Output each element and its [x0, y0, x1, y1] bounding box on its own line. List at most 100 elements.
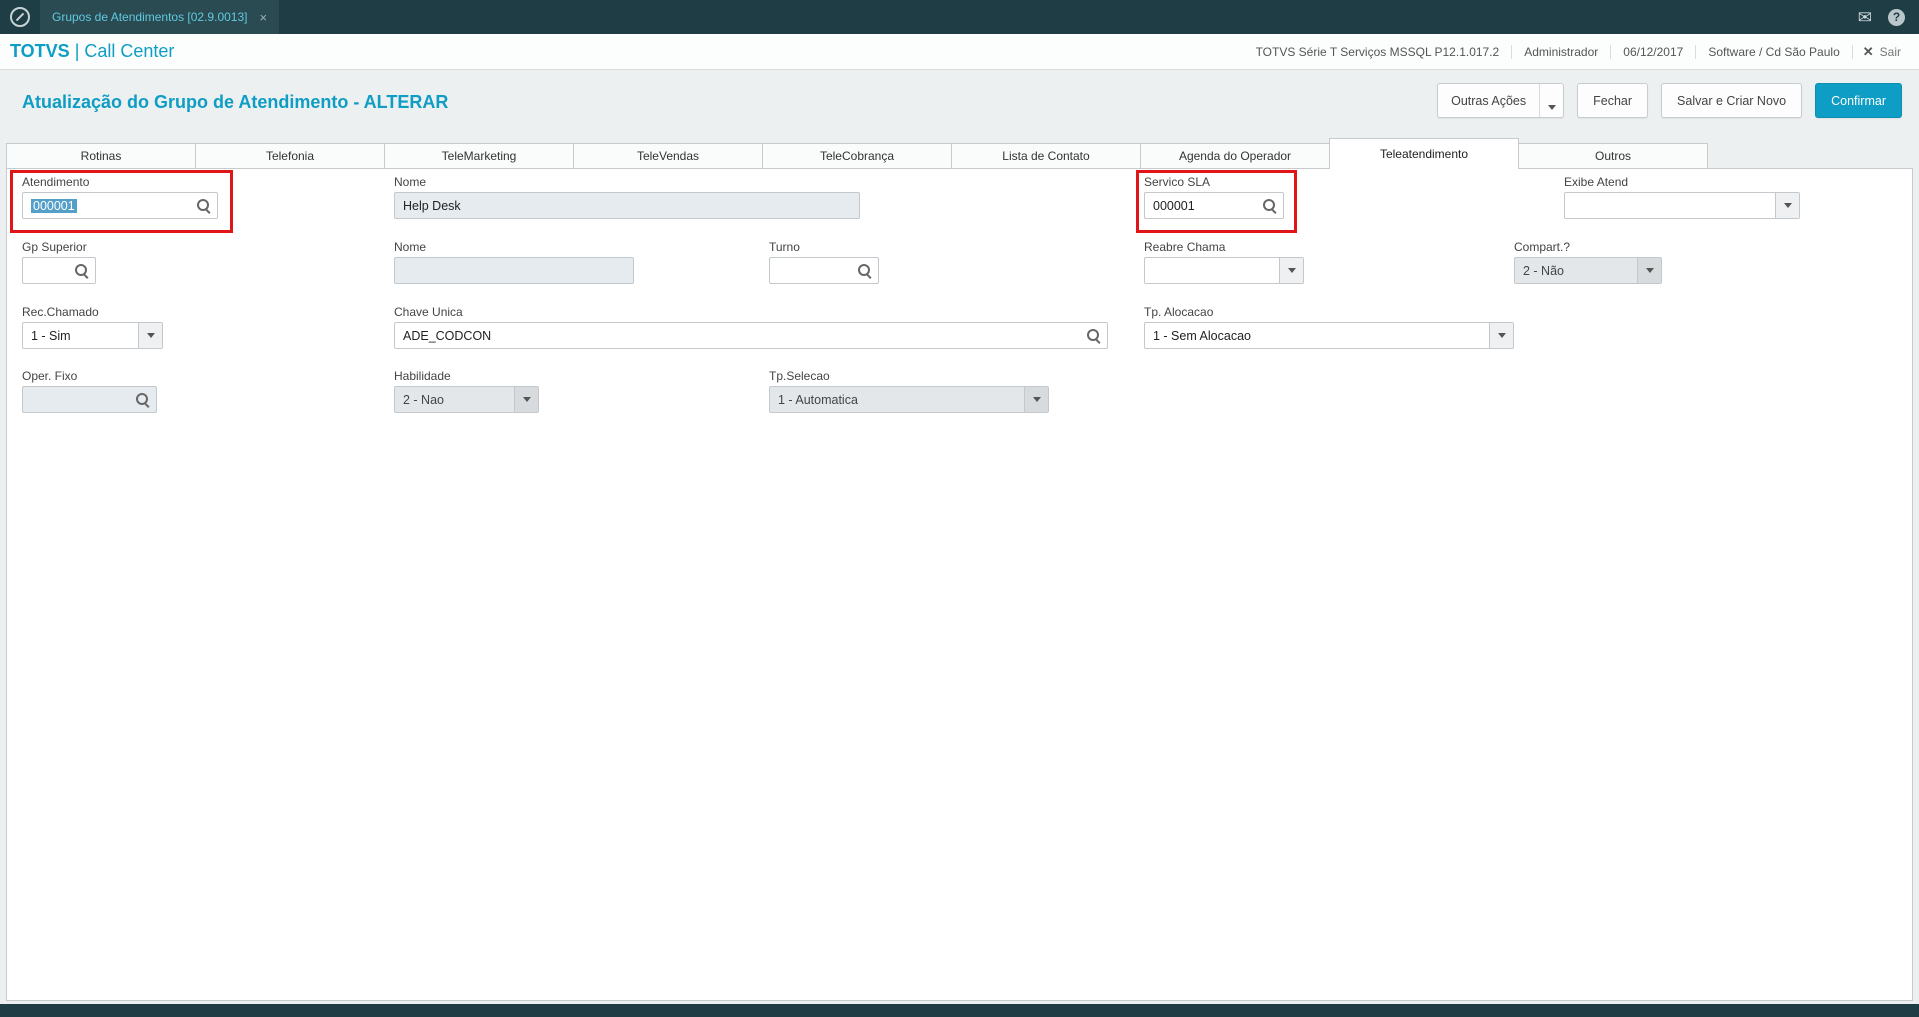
nome-grupo-value: Help Desk — [403, 198, 461, 213]
brand-module: | Call Center — [69, 41, 175, 61]
nome-superior-label: Nome — [394, 240, 427, 254]
chevron-down-icon — [522, 397, 531, 402]
reabre-chama-label: Reabre Chama — [1144, 240, 1226, 254]
gp-superior-lookup-button[interactable] — [69, 263, 95, 278]
tp-alocacao-dropdown-toggle[interactable] — [1489, 323, 1513, 348]
app-logo-icon[interactable] — [10, 7, 30, 27]
field-tp-alocacao: Tp. Alocacao 1 - Sem Alocacao — [1144, 305, 1514, 349]
other-actions-label: Outras Ações — [1451, 93, 1527, 108]
field-nome-grupo: Nome Help Desk — [394, 175, 860, 219]
help-icon[interactable]: ? — [1888, 8, 1905, 26]
magnifier-icon — [1087, 328, 1101, 343]
chevron-down-icon — [1032, 397, 1041, 402]
chevron-down-icon — [1497, 333, 1506, 338]
tab-teleatendimento[interactable]: Teleatendimento — [1329, 138, 1519, 169]
field-compart: Compart.? 2 - Não — [1514, 240, 1662, 284]
logout-button[interactable]: ✕ Sair — [1853, 44, 1911, 60]
gp-superior-label: Gp Superior — [22, 240, 87, 254]
chevron-down-icon — [146, 333, 155, 338]
tab-televendas[interactable]: TeleVendas — [573, 143, 763, 169]
chevron-down-icon — [1783, 203, 1792, 208]
chave-unica-value: ADE_CODCON — [403, 328, 492, 343]
habilidade-select: 2 - Nao — [394, 386, 539, 413]
chevron-down-icon — [1287, 268, 1296, 273]
tp-alocacao-label: Tp. Alocacao — [1144, 305, 1214, 319]
topbar-right: ✉ ? — [1858, 8, 1905, 26]
magnifier-icon — [858, 263, 872, 278]
chave-unica-lookup-button[interactable] — [1081, 328, 1107, 343]
field-chave-unica: Chave Unica ADE_CODCON — [394, 305, 1108, 349]
habilidade-label: Habilidade — [394, 369, 451, 383]
other-actions-menu-toggle[interactable] — [1539, 84, 1563, 117]
tab-lista-de-contato[interactable]: Lista de Contato — [951, 143, 1141, 169]
tab-rotinas[interactable]: Rotinas — [6, 143, 196, 169]
field-turno: Turno — [769, 240, 879, 284]
field-nome-superior: Nome — [394, 240, 634, 284]
header: TOTVS | Call Center TOTVS Série T Serviç… — [0, 34, 1919, 70]
compart-value: 2 - Não — [1523, 263, 1564, 278]
tp-selecao-select: 1 - Automatica — [769, 386, 1049, 413]
rec-chamado-select[interactable]: 1 - Sim — [22, 322, 163, 349]
gp-superior-input[interactable] — [22, 257, 96, 284]
chevron-down-icon — [1547, 105, 1556, 110]
turno-lookup-button[interactable] — [852, 263, 878, 278]
reabre-chama-dropdown-toggle[interactable] — [1279, 258, 1303, 283]
field-habilidade: Habilidade 2 - Nao — [394, 369, 539, 413]
compart-select: 2 - Não — [1514, 257, 1662, 284]
tab-telemarketing[interactable]: TeleMarketing — [384, 143, 574, 169]
exibe-atend-label: Exibe Atend — [1564, 175, 1629, 189]
tp-alocacao-value: 1 - Sem Alocacao — [1153, 328, 1251, 343]
footer-bar — [0, 1004, 1919, 1017]
nome-grupo-label: Nome — [394, 175, 427, 189]
chave-unica-label: Chave Unica — [394, 305, 463, 319]
tab-close-icon[interactable]: × — [259, 11, 267, 24]
header-info: TOTVS Série T Serviços MSSQL P12.1.017.2… — [1244, 44, 1911, 60]
tab-outros[interactable]: Outros — [1518, 143, 1708, 169]
exibe-atend-select[interactable] — [1564, 192, 1800, 219]
user-name: Administrador — [1512, 44, 1612, 59]
habilidade-value: 2 - Nao — [403, 392, 444, 407]
nome-superior-input — [394, 257, 634, 284]
tab-telefonia[interactable]: Telefonia — [195, 143, 385, 169]
field-tp-selecao: Tp.Selecao 1 - Automatica — [769, 369, 1049, 413]
brand-product: TOTVS — [10, 41, 70, 61]
reabre-chama-select[interactable] — [1144, 257, 1304, 284]
environment-info: TOTVS Série T Serviços MSSQL P12.1.017.2 — [1244, 44, 1513, 59]
exibe-atend-dropdown-toggle[interactable] — [1775, 193, 1799, 218]
rec-chamado-value: 1 - Sim — [31, 328, 71, 343]
save-and-new-button[interactable]: Salvar e Criar Novo — [1661, 83, 1803, 118]
tp-selecao-value: 1 - Automatica — [778, 392, 858, 407]
compart-dropdown-toggle — [1637, 258, 1661, 283]
confirm-button[interactable]: Confirmar — [1815, 83, 1902, 118]
tab-telecobranca[interactable]: TeleCobrança — [762, 143, 952, 169]
form-panel — [6, 168, 1913, 1001]
topbar: Grupos de Atendimentos [02.9.0013] × ✉ ? — [0, 0, 1919, 34]
tp-selecao-label: Tp.Selecao — [769, 369, 830, 383]
annotation-box-atendimento — [10, 170, 233, 233]
oper-fixo-lookup-button[interactable] — [130, 392, 156, 407]
chave-unica-input[interactable]: ADE_CODCON — [394, 322, 1108, 349]
habilidade-dropdown-toggle — [514, 387, 538, 412]
field-exibe-atend: Exibe Atend — [1564, 175, 1800, 219]
brand: TOTVS | Call Center — [10, 41, 174, 62]
company-branch: Software / Cd São Paulo — [1696, 44, 1853, 59]
page-title: Atualização do Grupo de Atendimento - AL… — [22, 92, 449, 112]
tp-alocacao-select[interactable]: 1 - Sem Alocacao — [1144, 322, 1514, 349]
turno-input[interactable] — [769, 257, 879, 284]
logout-x-icon: ✕ — [1862, 43, 1874, 59]
close-button[interactable]: Fechar — [1577, 83, 1649, 118]
field-oper-fixo: Oper. Fixo — [22, 369, 157, 413]
current-date: 06/12/2017 — [1611, 44, 1697, 59]
rec-chamado-dropdown-toggle[interactable] — [138, 323, 162, 348]
action-buttons: Outras Ações Fechar Salvar e Criar Novo … — [1437, 83, 1902, 118]
mail-icon[interactable]: ✉ — [1858, 9, 1872, 26]
tab-agenda-do-operador[interactable]: Agenda do Operador — [1140, 143, 1330, 169]
routine-tab[interactable]: Grupos de Atendimentos [02.9.0013] × — [40, 0, 280, 34]
field-gp-superior: Gp Superior — [22, 240, 96, 284]
nome-grupo-input: Help Desk — [394, 192, 860, 219]
turno-label: Turno — [769, 240, 800, 254]
tp-selecao-dropdown-toggle — [1024, 387, 1048, 412]
oper-fixo-input[interactable] — [22, 386, 157, 413]
rec-chamado-label: Rec.Chamado — [22, 305, 99, 319]
other-actions-button[interactable]: Outras Ações — [1437, 83, 1565, 118]
